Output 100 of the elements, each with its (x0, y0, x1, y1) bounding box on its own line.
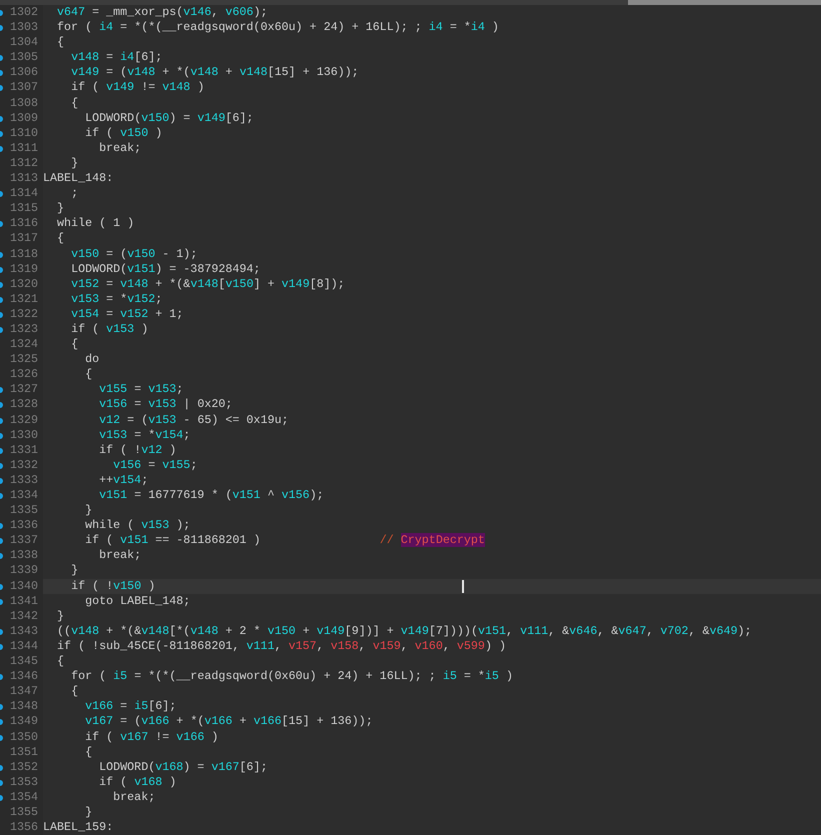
code-token: != (141, 80, 156, 94)
line-number: 1325 (10, 352, 38, 368)
code-token: v153 (148, 382, 176, 396)
code-token: ) = (183, 760, 204, 774)
code-token: ; (155, 292, 162, 306)
code-token: v153 (148, 397, 176, 412)
code-token: = *(*(__readgsqword(0x60u) + 24) + 16LL); ; (134, 669, 436, 684)
code-token: if ( (85, 730, 114, 744)
code-token: = *(*(__readgsqword(0x60u) + 24) + 16LL); ; (120, 20, 422, 34)
code-token: v647 (57, 5, 86, 19)
code-token: { (71, 337, 78, 352)
line-number: 1350 (10, 730, 38, 745)
code-token: if ( ! (99, 442, 142, 457)
horizontal-scrollbar[interactable] (0, 0, 821, 5)
code-token: [15] + 136)); (268, 65, 359, 80)
code-token: ) (492, 20, 499, 34)
code-token: ) = (169, 110, 190, 125)
code-token: if ( (99, 774, 128, 789)
code-token: { (71, 96, 78, 110)
code-token: v166 (253, 714, 282, 728)
code-token: [8]); (310, 276, 345, 291)
code-token: , & (597, 624, 618, 638)
scrollbar-thumb[interactable] (628, 0, 821, 5)
code-token: v152 (127, 292, 156, 306)
line-number: 1341 (10, 594, 38, 609)
code-token: [7])))( (428, 624, 478, 638)
code-token: v599 (456, 638, 485, 653)
line-number: 1315 (10, 201, 38, 216)
code-token: v154 (71, 306, 100, 321)
code-token: v153 (148, 412, 176, 427)
code-token: v154 (155, 428, 184, 442)
line-number: 1324 (10, 337, 38, 352)
line-number: 1317 (10, 231, 38, 246)
code-token: if ( (71, 322, 100, 336)
code-token: ); (310, 488, 324, 502)
code-token: v151 (127, 262, 156, 276)
code-token: = (106, 276, 114, 291)
code-token: [6]; (148, 699, 176, 714)
code-token: v148 (190, 624, 218, 638)
code-token: ) (169, 442, 176, 457)
code-token: i4 (120, 50, 134, 64)
code-token: v160 (414, 638, 443, 653)
code-token: v167 (85, 714, 114, 728)
code-token: break; (99, 548, 142, 562)
code-token: ; (190, 458, 198, 472)
code-token: v153 (99, 428, 128, 442)
code-token: , (316, 638, 324, 653)
code-token: = (148, 458, 156, 472)
code-token: i4 (470, 20, 485, 34)
code-token: i5 (113, 669, 128, 684)
line-number: 1328 (10, 397, 38, 413)
code-token: [6]; (225, 110, 254, 125)
code-token: v12 (99, 412, 120, 427)
code-token: v152 (120, 306, 148, 321)
code-token: LODWORD( (85, 110, 142, 125)
code-token: v646 (569, 624, 598, 638)
code-token: v154 (113, 472, 142, 487)
code-token: = * (106, 292, 128, 306)
code-token: , & (688, 624, 710, 638)
line-number: 1304 (10, 35, 38, 50)
code-token: [ (218, 276, 226, 291)
line-number: 1355 (10, 804, 38, 820)
code-token: v150 (120, 126, 148, 140)
code-token: v151 (478, 624, 506, 638)
code-token: + 1; (155, 306, 184, 321)
code-token: ; (176, 382, 184, 396)
code-token: } (71, 156, 78, 170)
code-token: v159 (372, 638, 401, 653)
code-token: v155 (162, 458, 190, 472)
code-token: if ( ! (71, 578, 114, 593)
code-token: ) (148, 578, 156, 593)
line-number: 1322 (10, 306, 38, 322)
line-number: 1311 (10, 140, 38, 156)
line-number: 1340 (10, 578, 38, 594)
code-token: - 65) <= 0x19u; (183, 412, 289, 427)
code-token: ; (183, 428, 190, 442)
code-token: , (274, 638, 282, 653)
code-token: v148 (120, 276, 148, 291)
code-token: } (85, 804, 92, 819)
line-number: 1351 (10, 744, 38, 760)
code-token: [15] + 136)); (282, 714, 373, 728)
code-token: i4 (428, 20, 443, 34)
code-token: ) (506, 669, 513, 684)
code-token: - 1); (162, 246, 198, 260)
line-number: 1337 (10, 533, 38, 548)
code-token: { (85, 367, 92, 382)
code-token: while ( (85, 518, 134, 532)
code-token: v606 (225, 5, 254, 19)
code-token: v149 (71, 65, 100, 80)
line-number: 1319 (10, 262, 38, 277)
line-number: 1332 (10, 458, 38, 473)
line-number: 1344 (10, 638, 38, 654)
code-token: == -811868201 ) (155, 533, 260, 548)
line-number: 1306 (10, 65, 38, 80)
code-token: { (57, 35, 64, 50)
code-token: v153 (106, 322, 134, 336)
code-token: ) (169, 774, 176, 789)
code-token: v148 (190, 65, 218, 80)
code-token: , (211, 5, 218, 19)
code-token: = (106, 50, 114, 64)
